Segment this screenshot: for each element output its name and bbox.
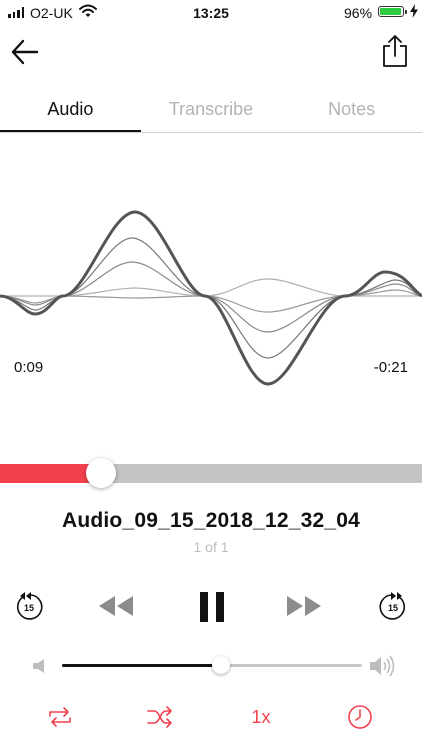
recording-title: Audio_09_15_2018_12_32_04 — [61, 509, 361, 532]
audio-player-screen: O2-UK 13:25 96% Audio Transcribe Notes 0… — [0, 0, 422, 750]
volume-low-icon — [33, 659, 44, 673]
volume-high-icon — [370, 655, 395, 677]
tab-audio[interactable]: Audio — [0, 88, 141, 132]
playback-speed-button[interactable]: 1x — [244, 704, 278, 730]
tab-bar: Audio Transcribe Notes — [0, 88, 422, 133]
status-bar: O2-UK 13:25 96% — [0, 0, 422, 26]
pause-icon[interactable] — [200, 592, 224, 622]
remaining-time: -0:21 — [373, 359, 408, 376]
charging-bolt-icon — [410, 4, 418, 18]
track-index: 1 of 1 — [193, 539, 229, 555]
battery-level — [380, 8, 402, 15]
tab-transcribe[interactable]: Transcribe — [141, 88, 282, 132]
skip-forward-button[interactable]: 15 — [378, 589, 408, 623]
repeat-icon[interactable] — [46, 704, 74, 730]
volume-slider[interactable] — [62, 656, 362, 674]
shuffle-icon[interactable] — [146, 704, 174, 730]
skip-back-button[interactable]: 15 — [14, 589, 44, 623]
skip-back-seconds: 15 — [23, 603, 34, 613]
rewind-icon[interactable] — [99, 596, 133, 616]
waveform-line-5 — [0, 210, 422, 386]
battery-cap — [405, 10, 407, 14]
fast-forward-icon[interactable] — [287, 596, 321, 616]
scrubber-thumb[interactable] — [86, 458, 117, 488]
volume-thumb[interactable] — [212, 656, 230, 674]
elapsed-time: 0:09 — [14, 359, 44, 376]
volume-level-fill — [62, 664, 221, 667]
share-icon[interactable] — [382, 34, 408, 68]
tab-notes[interactable]: Notes — [281, 88, 422, 132]
timer-icon[interactable] — [346, 704, 374, 730]
skip-forward-seconds: 15 — [387, 603, 398, 613]
arrow-left-icon[interactable] — [10, 38, 40, 66]
waveform-visualization — [0, 210, 422, 386]
battery-percent: 96% — [344, 5, 373, 21]
playback-scrubber[interactable] — [0, 458, 422, 488]
battery-icon — [378, 6, 404, 17]
